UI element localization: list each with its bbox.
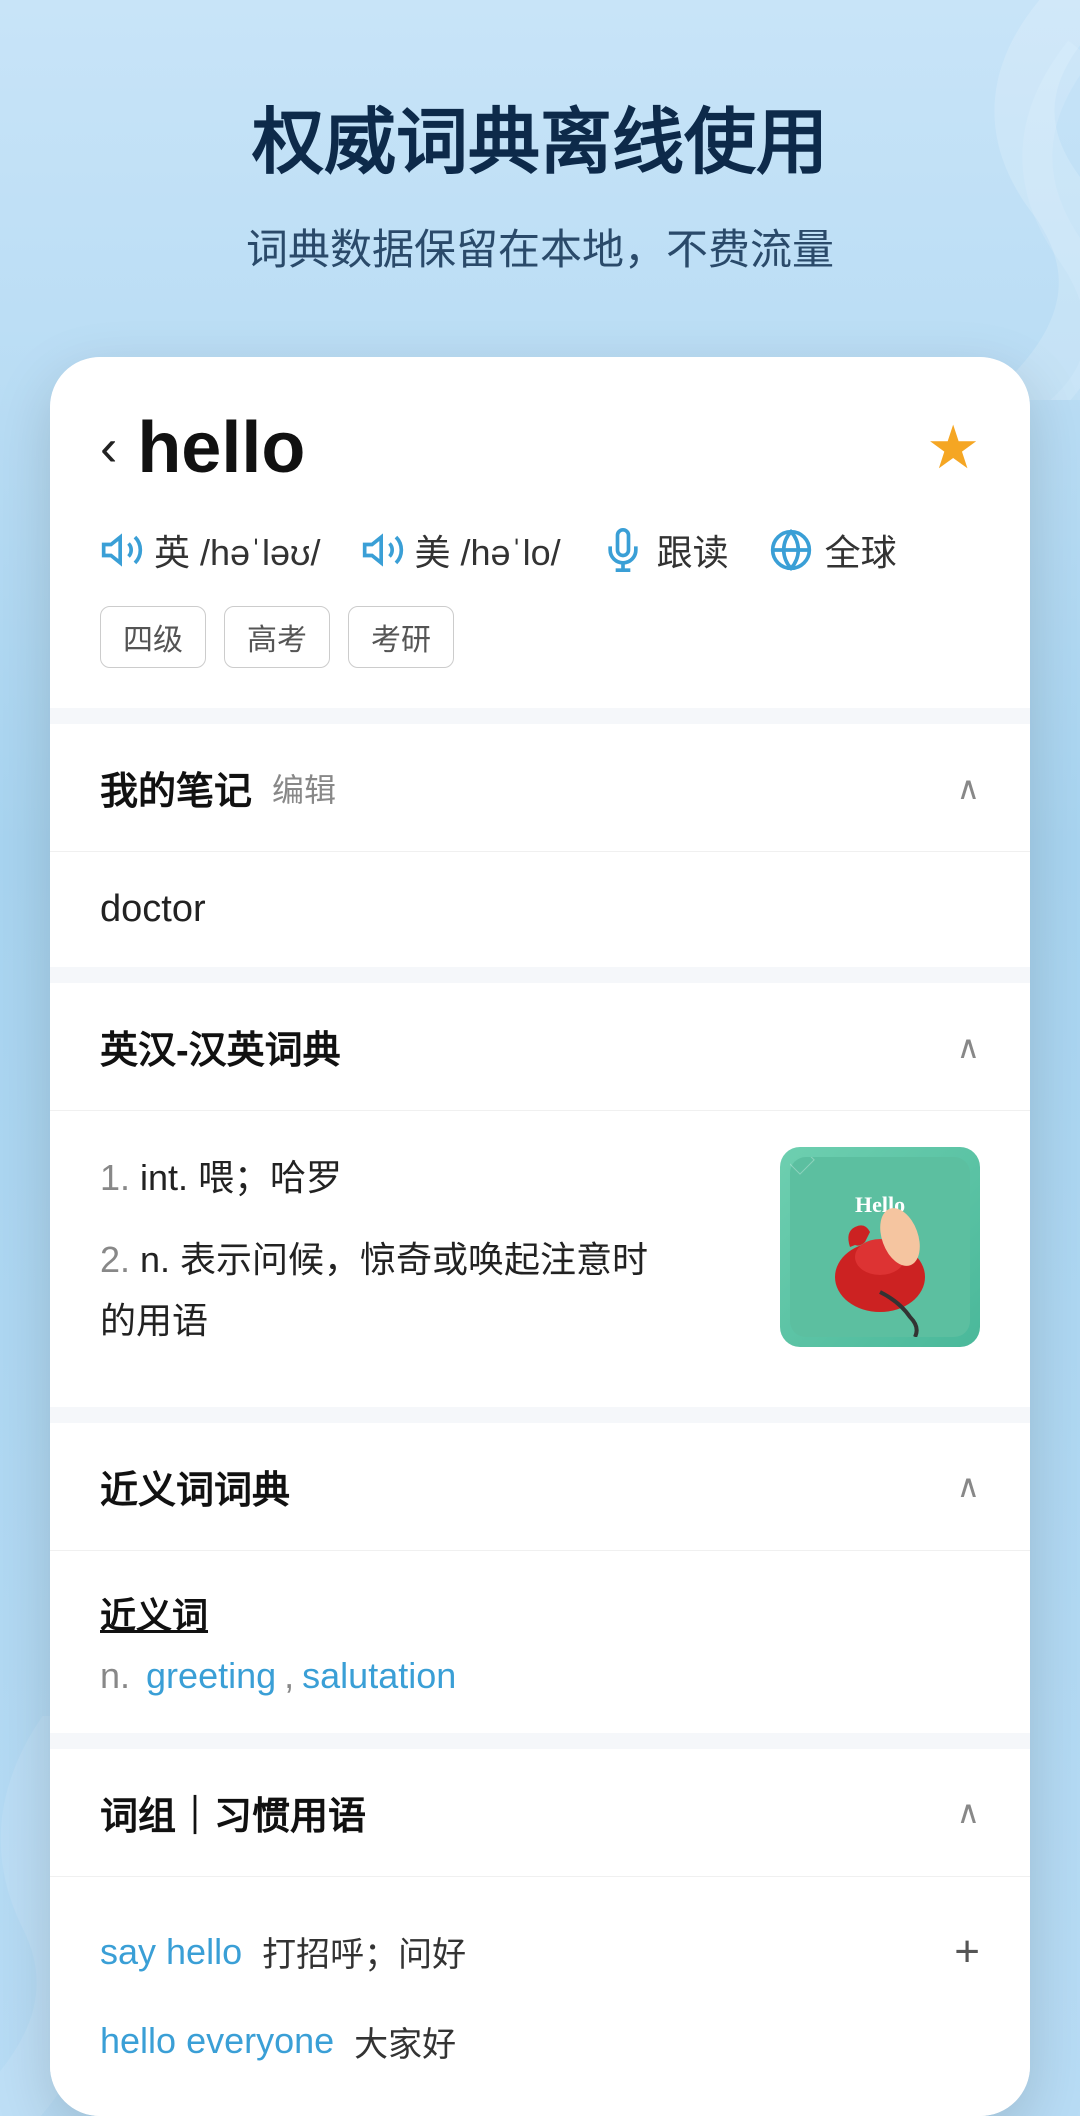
my-notes-title-row: 我的笔记 编辑 [100,760,336,815]
american-pronunciation[interactable]: 美 /həˈlo/ [361,524,561,576]
phrases-header[interactable]: 词组｜习惯用语 ∧ [50,1749,1030,1877]
phrase-2-meaning: 大家好 [354,2017,456,2066]
dict-content: 1. int. 喂；哈罗 2. n. 表示问候，惊奇或唤起注意时的用语 [50,1111,1030,1407]
english-pron-text: 英 /həˈləʊ/ [154,524,321,576]
phrases-collapse-icon[interactable]: ∧ [957,1793,980,1831]
speaker-us-icon [361,528,405,572]
phrase-1-meaning: 打招呼；问好 [262,1927,466,1976]
phrase-1-add-icon[interactable]: + [954,1927,980,1977]
tag-cet4: 四级 [100,606,206,668]
synonyms-section: 近义词词典 ∧ 近义词 n. greeting , salutation [50,1423,1030,1733]
synonyms-content: 近义词 n. greeting , salutation [50,1551,1030,1733]
tag-kaoyan: 考研 [348,606,454,668]
my-notes-header[interactable]: 我的笔记 编辑 ∧ [50,724,1030,852]
synonyms-header[interactable]: 近义词词典 ∧ [50,1423,1030,1551]
en-cn-dict-section: 英汉-汉英词典 ∧ 1. int. 喂；哈罗 2. n. 表示问候，惊奇或唤起注… [50,983,1030,1407]
speaker-en-icon [100,528,144,572]
phrases-section: 词组｜习惯用语 ∧ say hello 打招呼；问好 + hello every… [50,1749,1030,2116]
hello-illustration: Hello [790,1157,970,1337]
back-button[interactable]: ‹ [100,422,117,474]
hero-subtitle: 词典数据保留在本地，不费流量 [40,216,1040,277]
notes-edit-button[interactable]: 编辑 [272,765,336,811]
hero-section: 权威词典离线使用 词典数据保留在本地，不费流量 [0,0,1080,337]
dict-def-2: 2. n. 表示问候，惊奇或唤起注意时的用语 [100,1229,750,1351]
synonyms-collapse-icon[interactable]: ∧ [957,1467,980,1505]
word-header: ‹ hello ★ 英 /həˈləʊ/ [50,357,1030,708]
global-button[interactable]: 全球 [769,524,897,576]
synonym-items-row: n. greeting , salutation [100,1655,980,1697]
notes-content: doctor [50,852,1030,967]
dict-def-1: 1. int. 喂；哈罗 [100,1147,750,1208]
globe-icon [769,528,813,572]
hello-image-card: Hello [780,1147,980,1347]
phrase-1-left: say hello 打招呼；问好 [100,1927,466,1976]
word-title-left: ‹ hello [100,407,305,489]
en-cn-dict-header[interactable]: 英汉-汉英词典 ∧ [50,983,1030,1111]
dict-definitions: 1. int. 喂；哈罗 2. n. 表示问候，惊奇或唤起注意时的用语 [100,1147,750,1371]
american-pron-text: 美 /həˈlo/ [415,524,561,576]
dict-collapse-icon[interactable]: ∧ [957,1028,980,1066]
phrase-1-word[interactable]: say hello [100,1931,242,1973]
pronunciation-row: 英 /həˈləʊ/ 美 /həˈlo/ 跟读 [100,524,980,576]
notes-collapse-icon[interactable]: ∧ [957,769,980,807]
phrase-2-left: hello everyone 大家好 [100,2017,456,2066]
phrases-title: 词组｜习惯用语 [100,1785,366,1840]
phrase-item-2: hello everyone 大家好 [100,1997,980,2086]
synonym-word-1[interactable]: greeting [146,1655,276,1697]
hero-title: 权威词典离线使用 [40,100,1040,186]
microphone-icon [601,528,645,572]
phrase-item-1: say hello 打招呼；问好 + [100,1907,980,1997]
phrase-2-word[interactable]: hello everyone [100,2020,334,2062]
my-notes-section: 我的笔记 编辑 ∧ doctor [50,724,1030,967]
en-cn-dict-title: 英汉-汉英词典 [100,1019,341,1074]
word-display: hello [137,407,305,489]
my-notes-title: 我的笔记 [100,760,252,815]
follow-read-label: 跟读 [657,524,729,576]
global-label: 全球 [825,524,897,576]
tags-row: 四级 高考 考研 [100,606,980,668]
synonym-word-2[interactable]: salutation [302,1655,456,1697]
follow-read-button[interactable]: 跟读 [601,524,729,576]
notes-text: doctor [100,888,206,930]
english-pronunciation[interactable]: 英 /həˈləʊ/ [100,524,321,576]
word-title-row: ‹ hello ★ [100,407,980,489]
synonyms-title: 近义词词典 [100,1459,290,1514]
tag-gaokao: 高考 [224,606,330,668]
dictionary-card: ‹ hello ★ 英 /həˈləʊ/ [50,357,1030,2116]
phrases-content: say hello 打招呼；问好 + hello everyone 大家好 [50,1877,1030,2116]
synonym-pos: n. [100,1655,130,1697]
favorite-star[interactable]: ★ [926,413,980,483]
synonyms-label: 近义词 [100,1587,980,1639]
